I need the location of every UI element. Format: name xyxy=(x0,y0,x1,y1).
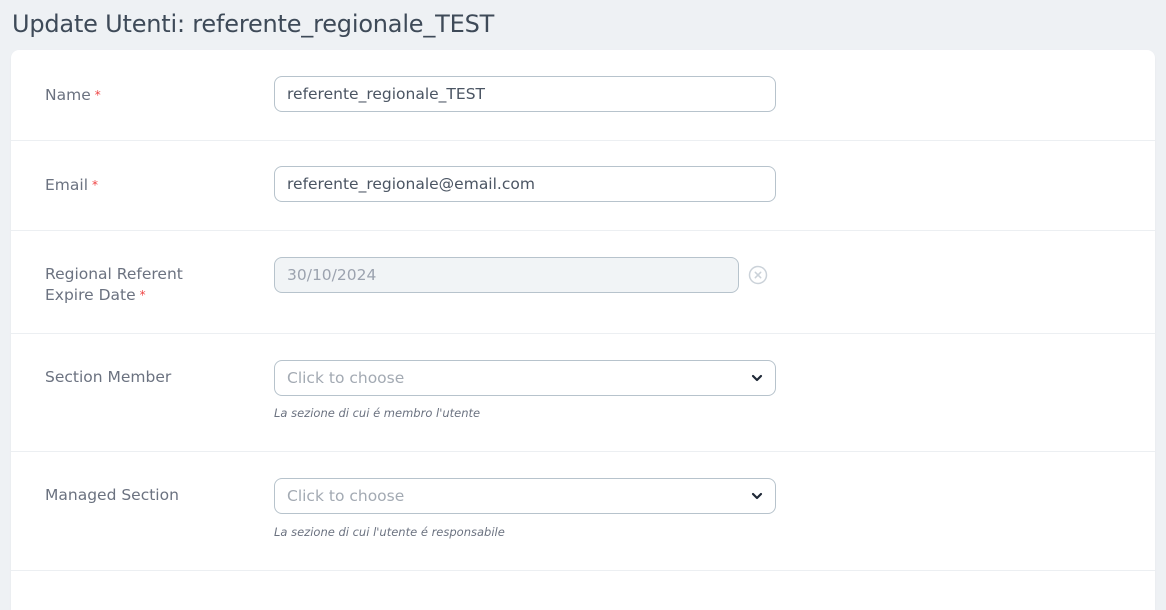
name-label: Name * xyxy=(45,85,225,107)
section-member-placeholder: Click to choose xyxy=(287,369,405,387)
form-row-name: Name * referente_regionale_TEST xyxy=(11,50,1155,141)
expire-date-label-line2: Expire Date xyxy=(45,286,136,304)
expire-date-input: 30/10/2024 xyxy=(274,257,739,293)
section-member-select[interactable]: Click to choose xyxy=(274,360,776,396)
managed-section-select[interactable]: Click to choose xyxy=(274,478,776,514)
managed-section-help: La sezione di cui l'utente é responsabil… xyxy=(274,525,505,539)
form-row-email: Email * referente_regionale@email.com xyxy=(11,140,1155,231)
form-row-section-member: Section Member Click to choose La sezion… xyxy=(11,333,1155,452)
form-row-managed-section: Managed Section Click to choose La sezio… xyxy=(11,451,1155,571)
form-card: Name * referente_regionale_TEST Email * re… xyxy=(11,50,1155,610)
email-label-text: Email xyxy=(45,176,89,194)
email-input[interactable]: referente_regionale@email.com xyxy=(274,166,776,202)
form-row-expire-date: Regional Referent Expire Date * 30/10/202… xyxy=(11,230,1155,334)
chevron-down-icon xyxy=(751,374,763,382)
expire-date-label-line1: Regional Referent xyxy=(45,265,183,283)
required-marker: * xyxy=(92,178,99,192)
required-marker: * xyxy=(94,88,101,102)
required-marker: * xyxy=(139,288,146,302)
chevron-down-icon xyxy=(751,492,763,500)
name-input[interactable]: referente_regionale_TEST xyxy=(274,76,776,112)
name-label-text: Name xyxy=(45,86,91,104)
email-label: Email * xyxy=(45,175,225,197)
page-title: Update Utenti: referente_regionale_TEST xyxy=(12,10,495,38)
circle-x-icon[interactable] xyxy=(748,265,768,285)
expire-date-label: Regional Referent Expire Date * xyxy=(45,264,225,307)
managed-section-label: Managed Section xyxy=(45,486,179,504)
section-member-label: Section Member xyxy=(45,368,172,386)
section-member-help: La sezione di cui é membro l'utente xyxy=(274,406,481,420)
managed-section-placeholder: Click to choose xyxy=(287,487,405,505)
